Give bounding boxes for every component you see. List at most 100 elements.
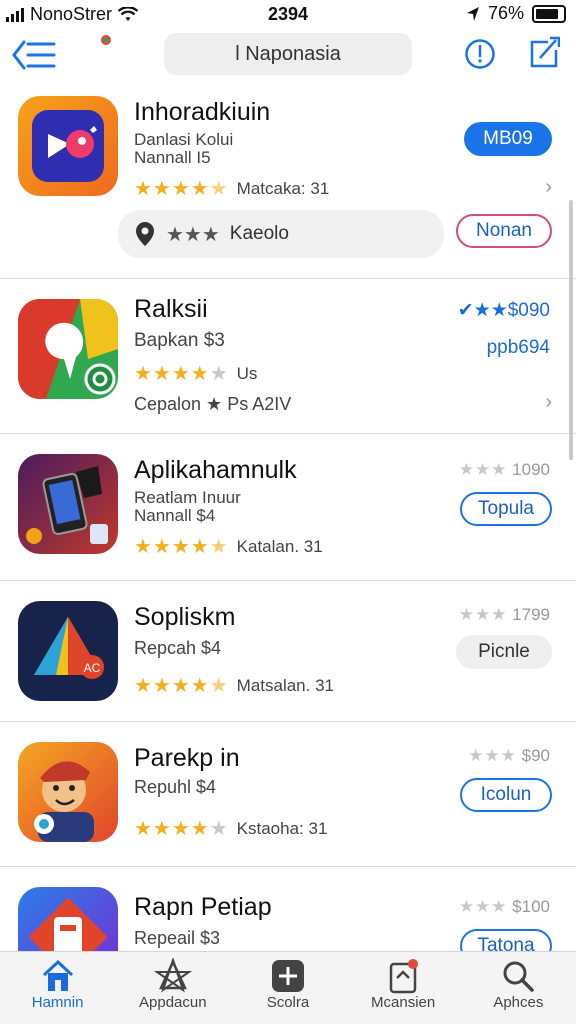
right-count: 1799 — [512, 605, 550, 624]
app-icon — [18, 454, 118, 554]
tab-apps[interactable]: Appdacun — [115, 952, 230, 1024]
app-title: Rapn Petiap — [134, 893, 272, 921]
rating-text: Kstaoha: 31 — [236, 818, 328, 838]
tab-updates[interactable]: Mcansien — [346, 952, 461, 1024]
app-title: Parekp in — [134, 744, 240, 772]
tab-bar: Hamnin Appdacun Scolra Mcansien Aphces — [0, 951, 576, 1024]
app-list: Inhoradkiuin Danlasi Kolui Nannall I5 ★★… — [0, 90, 576, 987]
status-bar: NonoStrer 2394 76% — [0, 0, 576, 30]
app-rating: ★★★★★ Matcaka: 31 — [134, 176, 329, 201]
notification-dot-icon — [101, 35, 111, 45]
home-icon — [42, 959, 73, 991]
app-subtitle: Bapkan $3 — [134, 330, 225, 351]
get-button[interactable]: Icolun — [460, 778, 552, 812]
alert-icon[interactable] — [464, 38, 496, 70]
navigation-bar: l Naponasia — [0, 30, 576, 80]
review-bar[interactable]: ★★★ Kaeolo — [118, 210, 444, 258]
right-count: $90 — [521, 746, 550, 765]
location-pin-icon — [136, 222, 154, 246]
right-stars: ★★★ — [458, 460, 508, 479]
app-subtitle-2: Nannall $4 — [134, 506, 216, 525]
app-icon: AC — [18, 601, 118, 701]
app-subtitle: Repuhl $4 — [134, 777, 217, 797]
secondary-action-button[interactable]: Nonan — [456, 214, 552, 248]
search-icon — [503, 961, 535, 992]
status-right: 76% — [466, 3, 566, 24]
app-title: Sopliskm — [134, 603, 236, 631]
rating-stars-dim: ★ — [209, 818, 229, 840]
app-icon — [18, 299, 118, 399]
app-subtitle: Repeail $3 — [134, 928, 221, 948]
rating-stars: ★★★★ — [134, 675, 210, 697]
half-star-icon: ★ — [209, 536, 229, 558]
price-label[interactable]: ✔★★$090 — [458, 299, 550, 322]
app-row[interactable]: Parekp in Repuhl $4 ★★★★★ Kstaoha: 31 ★★… — [0, 722, 576, 867]
app-row[interactable]: Inhoradkiuin Danlasi Kolui Nannall I5 ★★… — [0, 90, 576, 279]
rating-stars: ★★★★ — [134, 178, 210, 200]
review-text: Kaeolo — [229, 223, 289, 244]
app-extra-info: Cepalon ★ Ps A2IV — [134, 394, 292, 414]
app-title: Aplikahamnulk — [134, 456, 297, 484]
apps-icon — [153, 958, 192, 993]
rating-text: Katalan. 31 — [236, 536, 323, 556]
half-star-icon: ★ — [209, 178, 229, 200]
half-star-icon: ★ — [209, 675, 229, 697]
plus-icon — [271, 960, 304, 992]
right-rating: ★★★ $100 — [459, 897, 550, 917]
rating-text: Us — [236, 363, 258, 383]
app-subtitle-2: Nannall I5 — [134, 148, 211, 167]
app-row[interactable]: Aplikahamnulk Reatlam Inuur Nannall $4 ★… — [0, 434, 576, 581]
rating-stars: ★★★★ — [134, 818, 210, 840]
search-field[interactable]: l Naponasia — [164, 33, 412, 75]
tab-home[interactable]: Hamnin — [0, 952, 115, 1024]
updates-icon — [389, 959, 419, 994]
back-list-icon[interactable] — [12, 38, 56, 72]
right-stars: ★★★ — [458, 605, 508, 624]
tab-label: Hamnin — [31, 994, 84, 1011]
get-button[interactable]: Topula — [460, 492, 552, 526]
rating-stars: ★★★★ — [134, 363, 210, 385]
app-rating: ★★★★★ Kstaoha: 31 — [134, 816, 327, 841]
chevron-right-icon[interactable]: › — [545, 176, 552, 199]
app-subtitle: Repcah $4 — [134, 638, 222, 658]
app-row[interactable]: AC Sopliskm Repcah $4 ★★★★★ Matsalan. 31… — [0, 581, 576, 722]
tab-label: Aphces — [493, 994, 544, 1011]
app-rating: ★★★★★ Us — [134, 361, 257, 386]
battery-percent: 76% — [487, 3, 524, 23]
app-title: Ralksii — [134, 295, 208, 323]
right-count: $100 — [512, 897, 550, 916]
right-stars: ★★★ — [458, 897, 508, 916]
right-rating: ★★★ 1090 — [459, 460, 550, 480]
tab-label: Mcansien — [371, 994, 436, 1011]
rating-stars-dim: ★ — [209, 363, 229, 385]
app-title: Inhoradkiuin — [134, 98, 271, 126]
size-label[interactable]: ppb694 — [487, 337, 550, 359]
rating-stars: ★★★★ — [134, 536, 210, 558]
app-rating: ★★★★★ Katalan. 31 — [134, 534, 323, 559]
right-rating: ★★★ 1799 — [459, 605, 550, 625]
scroll-indicator[interactable] — [569, 200, 573, 460]
right-stars: ★★★ — [468, 746, 517, 765]
compose-icon[interactable] — [528, 36, 560, 70]
right-count: 1090 — [512, 460, 550, 479]
app-icon — [18, 742, 118, 842]
review-stars: ★★★ — [166, 223, 220, 246]
app-rating: ★★★★★ Matsalan. 31 — [134, 673, 334, 698]
right-rating: ★★★ $90 — [468, 746, 550, 766]
tab-create[interactable]: Scolra — [230, 952, 345, 1024]
app-subtitle: Reatlam Inuur — [134, 488, 241, 507]
rating-text: Matcaka: 31 — [236, 178, 330, 198]
chevron-right-icon[interactable]: › — [545, 391, 552, 414]
app-icon — [18, 96, 118, 196]
get-button[interactable]: Picnle — [456, 635, 552, 669]
app-subtitle: Danlasi Kolui — [134, 130, 234, 149]
get-button[interactable]: MB09 — [464, 122, 552, 156]
tab-label: Scolra — [266, 994, 310, 1011]
tab-label: Appdacun — [139, 994, 207, 1011]
tab-search[interactable]: Aphces — [461, 952, 576, 1024]
rating-text: Matsalan. 31 — [236, 675, 334, 695]
location-arrow-icon — [466, 6, 479, 21]
battery-icon — [532, 4, 566, 23]
svg-text:AC: AC — [84, 661, 101, 675]
app-row[interactable]: Ralksii Bapkan $3 ★★★★★ Us Cepalon ★ Ps … — [0, 279, 576, 434]
